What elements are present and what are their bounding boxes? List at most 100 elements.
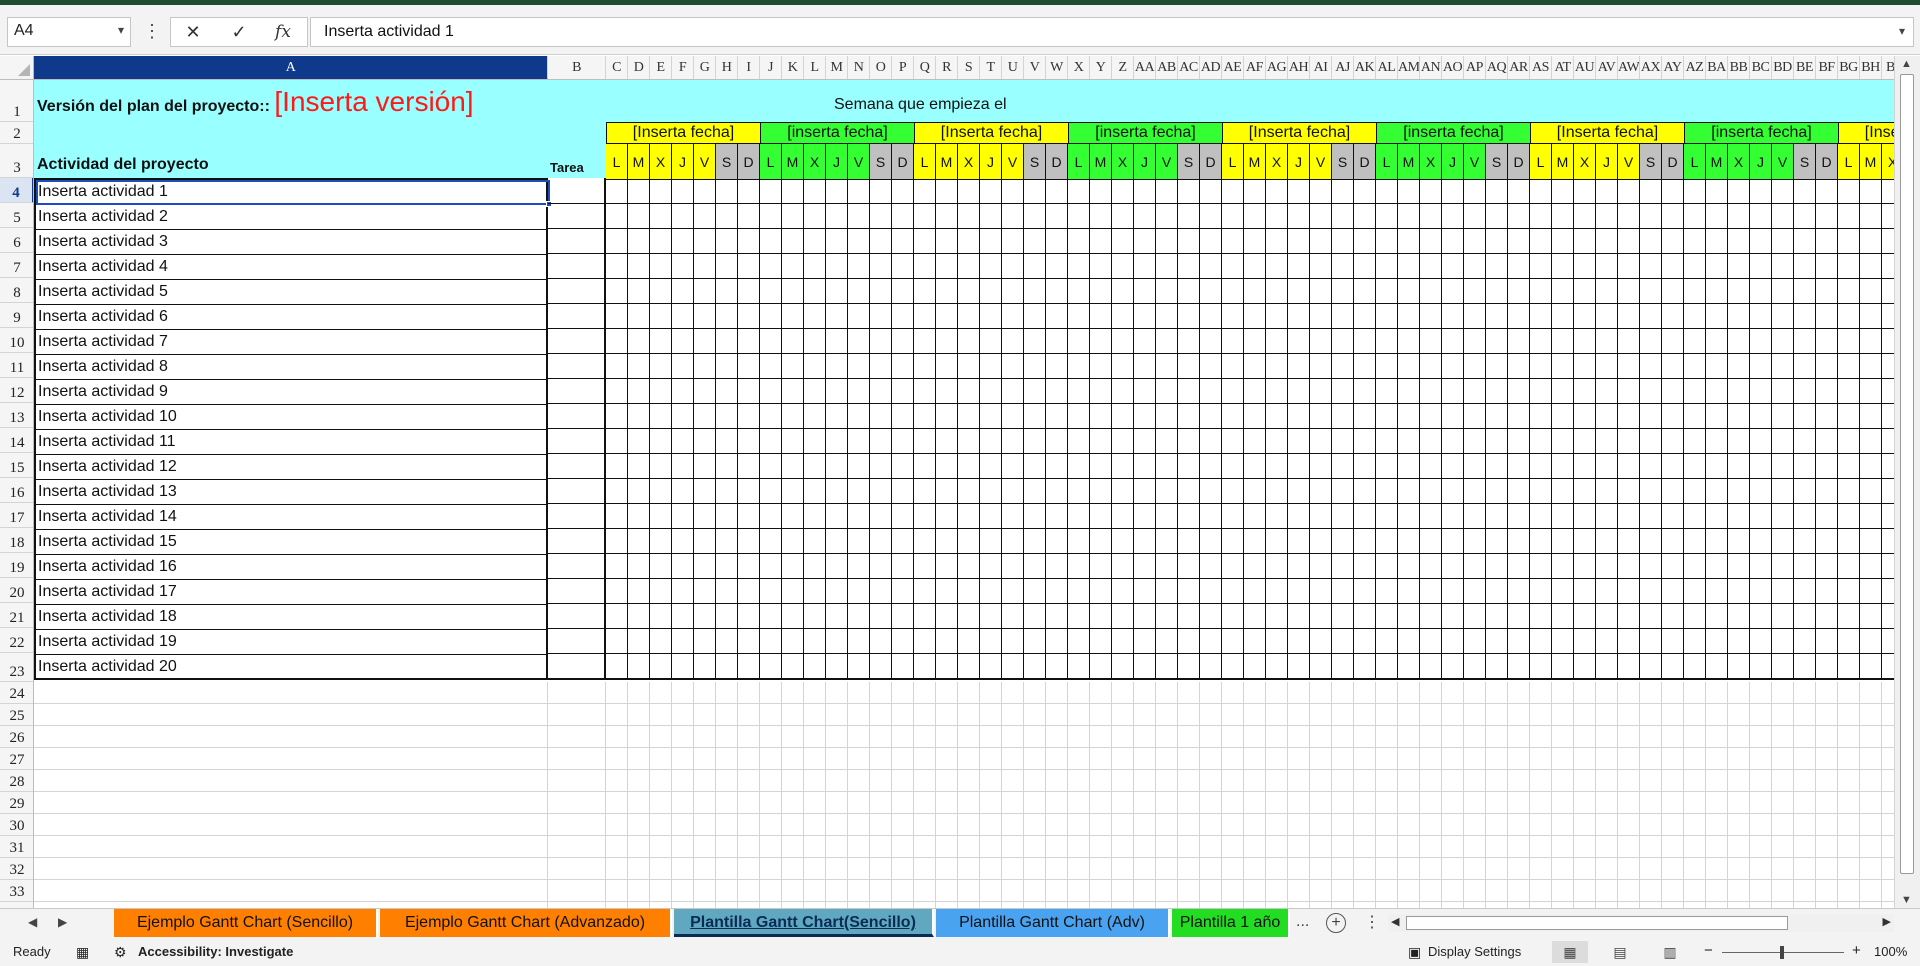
column-header-as[interactable]: AS	[1530, 56, 1552, 79]
column-header-ar[interactable]: AR	[1508, 56, 1530, 79]
sheet-tab[interactable]: Plantilla 1 año	[1172, 909, 1290, 937]
column-header-bc[interactable]: BC	[1750, 56, 1772, 79]
row-header-22[interactable]: 22	[0, 628, 33, 653]
column-header-am[interactable]: AM	[1398, 56, 1420, 79]
week-date-cell[interactable]: [inserta fecha]	[760, 122, 915, 144]
display-settings[interactable]: Display Settings	[1428, 944, 1521, 959]
column-header-ae[interactable]: AE	[1222, 56, 1244, 79]
row-header-20[interactable]: 20	[0, 578, 33, 603]
row-header-28[interactable]: 28	[0, 770, 33, 792]
row-header-25[interactable]: 25	[0, 704, 33, 726]
scroll-up-icon[interactable]: ▲	[1901, 58, 1912, 70]
column-header-be[interactable]: BE	[1794, 56, 1816, 79]
column-header-au[interactable]: AU	[1574, 56, 1596, 79]
column-header-at[interactable]: AT	[1552, 56, 1574, 79]
column-header-r[interactable]: R	[936, 56, 958, 79]
scroll-thumb[interactable]	[1900, 74, 1914, 874]
row-header-14[interactable]: 14	[0, 428, 33, 453]
row-header-7[interactable]: 7	[0, 253, 33, 278]
row-header-4[interactable]: 4	[0, 178, 33, 203]
column-header-bh[interactable]: BH	[1860, 56, 1882, 79]
row-header-33[interactable]: 33	[0, 880, 33, 902]
column-header-ap[interactable]: AP	[1464, 56, 1486, 79]
enter-icon[interactable]: ✓	[219, 18, 259, 46]
column-header-d[interactable]: D	[628, 56, 650, 79]
page-layout-view-icon[interactable]: ▤	[1602, 941, 1638, 963]
week-date-cell[interactable]: [Inserta fecha]	[1222, 122, 1377, 144]
column-header-ax[interactable]: AX	[1640, 56, 1662, 79]
column-header-q[interactable]: Q	[914, 56, 936, 79]
row-header-11[interactable]: 11	[0, 353, 33, 378]
column-header-w[interactable]: W	[1046, 56, 1068, 79]
column-header-s[interactable]: S	[958, 56, 980, 79]
cancel-icon[interactable]: ✕	[173, 18, 213, 46]
row-header-12[interactable]: 12	[0, 378, 33, 403]
activity-cell[interactable]: Inserta actividad 16	[36, 555, 546, 580]
column-header-n[interactable]: N	[848, 56, 870, 79]
column-header-m[interactable]: M	[826, 56, 848, 79]
column-header-ak[interactable]: AK	[1354, 56, 1376, 79]
activity-cell[interactable]: Inserta actividad 17	[36, 580, 546, 605]
activity-cell[interactable]: Inserta actividad 2	[36, 205, 546, 230]
week-date-cell[interactable]: [Inserta fecha]	[606, 122, 761, 144]
accessibility-status[interactable]: Accessibility: Investigate	[138, 944, 293, 959]
row-header-15[interactable]: 15	[0, 453, 33, 478]
column-header-aq[interactable]: AQ	[1486, 56, 1508, 79]
week-date-cell[interactable]: [Inserta fecha]	[914, 122, 1069, 144]
activity-cell[interactable]: Inserta actividad 5	[36, 280, 546, 305]
column-header-bf[interactable]: BF	[1816, 56, 1838, 79]
activity-cell[interactable]: Inserta actividad 4	[36, 255, 546, 280]
row-header-2[interactable]: 2	[0, 122, 33, 144]
activity-cell[interactable]: Inserta actividad 7	[36, 330, 546, 355]
formula-input[interactable]: Inserta actividad 1 ▾	[310, 17, 1914, 47]
version-cell[interactable]: Versión del plan del proyecto:: [Inserta…	[37, 86, 474, 118]
sheet-tab[interactable]: Ejemplo Gantt Chart (Sencillo)	[114, 909, 378, 937]
activity-cell[interactable]: Inserta actividad 15	[36, 530, 546, 555]
column-header-av[interactable]: AV	[1596, 56, 1618, 79]
week-date-cell[interactable]: [inserta fecha]	[1376, 122, 1531, 144]
display-settings-icon[interactable]: ▣	[1408, 944, 1421, 961]
column-header-bi[interactable]: BI	[1882, 56, 1894, 79]
column-header-an[interactable]: AN	[1420, 56, 1442, 79]
accessibility-icon[interactable]: ⚙	[114, 944, 127, 961]
column-header-i[interactable]: I	[738, 56, 760, 79]
activity-cell[interactable]: Inserta actividad 9	[36, 380, 546, 405]
column-header-k[interactable]: K	[782, 56, 804, 79]
insert-function-icon[interactable]: fx	[263, 18, 303, 46]
zoom-out-button[interactable]: −	[1704, 942, 1713, 959]
horizontal-scrollbar[interactable]: ◀ ▶	[1388, 914, 1894, 932]
column-header-p[interactable]: P	[892, 56, 914, 79]
sheet-tab[interactable]: Plantilla Gantt Chart(Sencillo)	[674, 909, 934, 937]
zoom-in-button[interactable]: +	[1852, 942, 1861, 959]
zoom-slider-thumb[interactable]	[1780, 946, 1784, 959]
column-header-az[interactable]: AZ	[1684, 56, 1706, 79]
row-header-10[interactable]: 10	[0, 328, 33, 353]
more-options-icon[interactable]: ⋮	[143, 19, 161, 45]
activity-cell[interactable]: Inserta actividad 10	[36, 405, 546, 430]
zoom-level[interactable]: 100%	[1874, 944, 1907, 959]
activity-cell[interactable]: Inserta actividad 3	[36, 230, 546, 255]
column-header-u[interactable]: U	[1002, 56, 1024, 79]
row-header-13[interactable]: 13	[0, 403, 33, 428]
column-header-o[interactable]: O	[870, 56, 892, 79]
column-header-ay[interactable]: AY	[1662, 56, 1684, 79]
next-sheet-icon[interactable]: ▶	[58, 915, 67, 929]
row-header-8[interactable]: 8	[0, 278, 33, 303]
name-box[interactable]: A4 ▾	[7, 17, 131, 47]
row-header-21[interactable]: 21	[0, 603, 33, 628]
scroll-left-icon[interactable]: ◀	[1391, 915, 1399, 928]
active-cell[interactable]	[36, 180, 552, 207]
empty-cells[interactable]	[34, 682, 1894, 908]
column-header-c[interactable]: C	[606, 56, 628, 79]
column-header-v[interactable]: V	[1024, 56, 1046, 79]
vertical-scrollbar[interactable]: ▲ ▼	[1894, 56, 1920, 908]
chevron-down-icon[interactable]: ▾	[118, 23, 124, 37]
row-header-5[interactable]: 5	[0, 203, 33, 228]
week-date-cell[interactable]: [Inserta fecha]	[1838, 122, 1894, 144]
prev-sheet-icon[interactable]: ◀	[28, 915, 37, 929]
column-header-y[interactable]: Y	[1090, 56, 1112, 79]
gantt-grid[interactable]	[606, 178, 1894, 680]
column-header-bb[interactable]: BB	[1728, 56, 1750, 79]
column-header-ai[interactable]: AI	[1310, 56, 1332, 79]
row-header-1[interactable]: 1	[0, 80, 33, 122]
